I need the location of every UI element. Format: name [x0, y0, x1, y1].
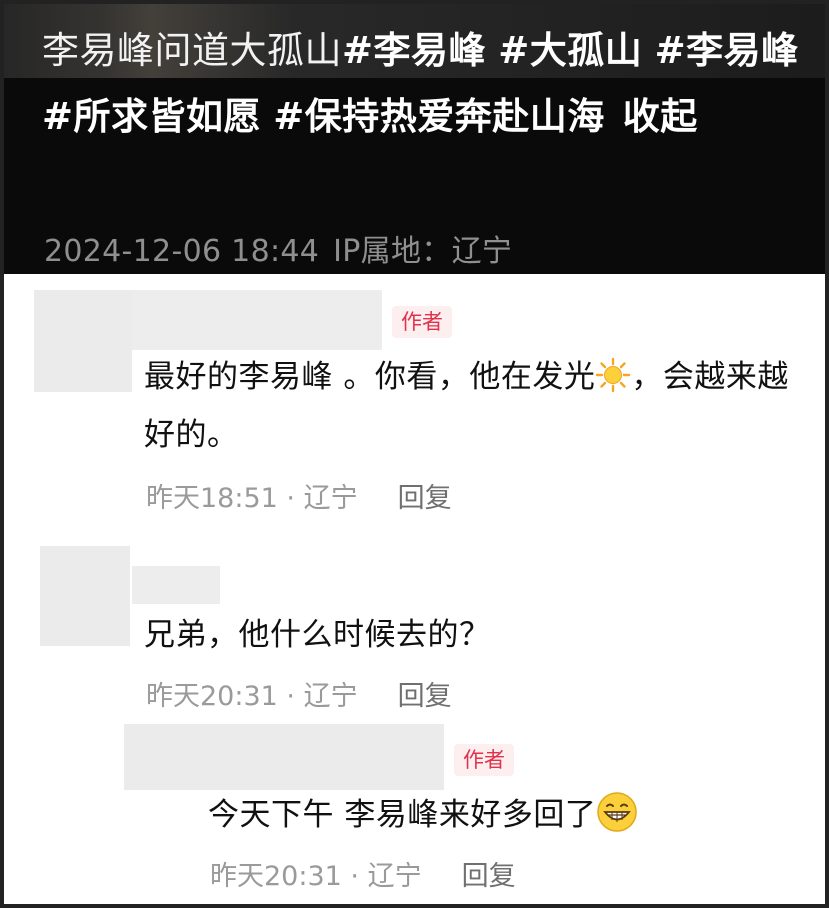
comment-location: · 辽宁	[350, 861, 422, 892]
ip-location: IP属地：辽宁	[333, 234, 513, 269]
hashtag-link[interactable]: #保持热爱奔赴山海	[273, 95, 605, 138]
hashtag-link[interactable]: #所求皆如愿	[42, 95, 261, 138]
reply-button[interactable]: 回复	[398, 483, 452, 514]
username[interactable]	[132, 566, 220, 604]
reply-button[interactable]: 回复	[398, 681, 452, 712]
post-header: 李易峰问道大孤山#李易峰 #大孤山 #李易峰#所求皆如愿 #保持热爱奔赴山海 收起…	[4, 4, 825, 274]
hashtag-link[interactable]: #大孤山	[498, 29, 642, 72]
grinning-emoji	[596, 791, 638, 833]
comment-meta: 昨天18:51 · 辽宁 回复	[146, 476, 452, 515]
comment-time: 昨天20:31	[210, 861, 342, 892]
comment-meta: 昨天20:31 · 辽宁 回复	[146, 674, 452, 713]
post-caption: 李易峰问道大孤山#李易峰 #大孤山 #李易峰#所求皆如愿 #保持热爱奔赴山海 收起	[42, 18, 802, 150]
comment-location: · 辽宁	[286, 681, 358, 712]
avatar[interactable]	[40, 546, 130, 646]
post-date: 2024-12-06 18:44	[44, 234, 320, 269]
comment-meta: 昨天20:31 · 辽宁 回复	[210, 854, 516, 893]
comment-time: 昨天18:51	[146, 483, 278, 514]
avatar[interactable]	[34, 290, 132, 392]
post-meta: 2024-12-06 18:44 IP属地：辽宁	[44, 226, 512, 270]
author-badge: 作者	[454, 744, 514, 776]
comment-text: 今天下午 李易峰来好多回了	[208, 786, 808, 844]
username[interactable]	[132, 290, 382, 350]
hashtag-link[interactable]: #李易峰	[342, 29, 486, 72]
hashtag-link[interactable]: #李易峰	[655, 29, 799, 72]
comment-location: · 辽宁	[286, 483, 358, 514]
sun-emoji	[595, 354, 631, 393]
screenshot-frame: 李易峰问道大孤山#李易峰 #大孤山 #李易峰#所求皆如愿 #保持热爱奔赴山海 收起…	[0, 0, 829, 908]
reply-button[interactable]: 回复	[462, 861, 516, 892]
comment-text: 最好的李易峰 。你看，他在发光 ，会越来越好的。	[144, 348, 794, 464]
comment-time: 昨天20:31	[146, 681, 278, 712]
caption-text: 李易峰问道大孤山	[42, 29, 342, 72]
comment-text: 兄弟，他什么时候去的？	[144, 617, 491, 653]
comment-text-part: 最好的李易峰 。你看，他在发光	[144, 359, 596, 395]
author-badge: 作者	[392, 306, 452, 338]
comment-text-part: 今天下午 李易峰来好多回了	[208, 797, 597, 833]
avatar[interactable]	[124, 724, 444, 790]
collapse-button[interactable]: 收起	[623, 95, 698, 138]
